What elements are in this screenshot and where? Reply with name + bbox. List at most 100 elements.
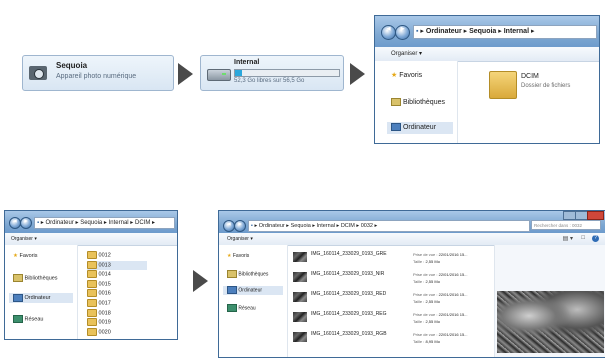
- forward-button[interactable]: ▶: [234, 220, 246, 232]
- star-icon: ★: [391, 72, 398, 79]
- list-item[interactable]: 0017: [87, 298, 147, 309]
- help-icon[interactable]: ?: [592, 235, 599, 242]
- computer-icon: ▪: [251, 223, 253, 229]
- nav-item-libraries[interactable]: Bibliothèques: [391, 98, 445, 106]
- breadcrumb-item[interactable]: Ordinateur: [426, 28, 462, 35]
- arrow-right-icon: [350, 63, 365, 85]
- arrow-right-icon: [178, 63, 193, 85]
- list-item[interactable]: IMG_160114_233029_0193_GRE Prise de vue …: [291, 249, 491, 269]
- list-item[interactable]: 0014: [87, 270, 147, 280]
- file-name: IMG_160114_233029_0193_RED: [311, 291, 387, 297]
- nav-item-libraries[interactable]: Bibliothèques: [13, 274, 58, 282]
- search-input[interactable]: Rechercher dans : 0032: [531, 220, 601, 230]
- breadcrumb-item[interactable]: DCIM: [135, 220, 150, 226]
- forward-button[interactable]: ▶: [395, 25, 410, 40]
- file-size: Taille : 8,95 Mo: [413, 339, 440, 344]
- file-date: Prise de vue : 22/01/2016 15...: [413, 272, 468, 277]
- folder-icon: [87, 327, 97, 336]
- breadcrumb-item[interactable]: Ordinateur: [259, 223, 285, 229]
- nav-item-computer[interactable]: Ordinateur: [223, 286, 283, 295]
- back-arrow-icon: ◀: [386, 26, 391, 32]
- folder-type: Dossier de fichiers: [521, 83, 571, 89]
- folder-icon: [87, 260, 97, 269]
- drive-capacity-bar: [234, 69, 340, 77]
- navigation-pane: ★ Favoris Bibliothèques Ordinateur Résea…: [5, 245, 78, 339]
- breadcrumb-item[interactable]: Internal: [317, 223, 335, 229]
- list-item[interactable]: IMG_160114_233029_0193_NIR Prise de vue …: [291, 269, 491, 289]
- organise-button[interactable]: Organiser ▾: [227, 236, 253, 242]
- computer-icon: ▪: [416, 28, 419, 35]
- view-options-icon[interactable]: ▤ ▾: [563, 235, 573, 242]
- breadcrumb-item[interactable]: Sequoia: [291, 223, 311, 229]
- forward-button[interactable]: ▶: [20, 217, 32, 229]
- file-name: IMG_160114_233029_0193_RGB: [311, 331, 387, 337]
- back-button[interactable]: ◀: [381, 25, 396, 40]
- breadcrumb-item[interactable]: Sequoia: [80, 220, 102, 226]
- nav-item-favorites[interactable]: ★ Favoris: [391, 71, 422, 79]
- list-item[interactable]: 0013: [87, 260, 147, 271]
- nav-item-favorites[interactable]: ★ Favoris: [227, 253, 249, 259]
- file-date: Prise de vue : 22/01/2016 15...: [413, 332, 468, 337]
- organise-button[interactable]: Organiser ▾: [11, 236, 37, 242]
- libraries-icon: [227, 270, 237, 278]
- list-item[interactable]: 0016: [87, 289, 147, 299]
- window-controls: [563, 211, 604, 220]
- breadcrumb-item[interactable]: 0032: [361, 223, 373, 229]
- breadcrumb-item[interactable]: Sequoia: [469, 28, 496, 35]
- network-icon: [227, 304, 237, 312]
- folder-icon: [87, 308, 97, 317]
- nav-item-computer[interactable]: Ordinateur: [9, 293, 73, 303]
- list-item[interactable]: IMG_160114_233029_0193_RGB Prise de vue …: [291, 329, 491, 349]
- file-date: Prise de vue : 22/01/2016 15...: [413, 312, 468, 317]
- folder-list: 0012 0013 0014 0015 0016 0017 0018 0019 …: [87, 251, 147, 337]
- file-name: IMG_160114_233029_0193_REG: [311, 311, 387, 317]
- file-size: Taille : 2,55 Mo: [413, 259, 440, 264]
- list-item[interactable]: 0019: [87, 318, 147, 328]
- nav-item-libraries[interactable]: Bibliothèques: [227, 270, 268, 278]
- image-thumbnail: [293, 252, 307, 262]
- nav-item-network[interactable]: Réseau: [13, 315, 44, 323]
- star-icon: ★: [227, 253, 232, 259]
- list-item[interactable]: 0015: [87, 279, 147, 290]
- list-item[interactable]: 0012: [87, 251, 147, 261]
- address-bar[interactable]: ▪ ▸ Ordinateur ▸ Sequoia ▸ Internal ▸ DC…: [34, 217, 175, 229]
- network-icon: [13, 315, 23, 323]
- breadcrumb-item[interactable]: DCIM: [341, 223, 355, 229]
- computer-icon: ▪: [37, 220, 40, 226]
- forward-arrow-icon: ▶: [24, 218, 28, 223]
- breadcrumb-item[interactable]: Ordinateur: [46, 220, 74, 226]
- nav-item-favorites[interactable]: ★ Favoris: [13, 253, 38, 259]
- device-subtitle: Appareil photo numérique: [56, 73, 137, 80]
- navigation-pane: ★ Favoris Bibliothèques Ordinateur Résea…: [219, 245, 288, 357]
- back-arrow-icon: ◀: [13, 218, 17, 223]
- breadcrumb-item[interactable]: Internal: [109, 220, 129, 226]
- address-bar[interactable]: ▪ ▸ Ordinateur ▸ Sequoia ▸ Internal ▸: [413, 25, 597, 39]
- list-item[interactable]: IMG_160114_233029_0193_RED Prise de vue …: [291, 289, 491, 309]
- list-item[interactable]: 0018: [87, 308, 147, 319]
- breadcrumb-item[interactable]: Internal: [504, 28, 529, 35]
- image-thumbnail: [293, 312, 307, 322]
- drive-tile-internal[interactable]: Internal 52,3 Go libres sur 56,5 Go: [200, 55, 344, 91]
- folder-icon: [489, 71, 517, 99]
- device-tile-sequoia[interactable]: Sequoia Appareil photo numérique: [22, 55, 174, 91]
- folder-item-dcim[interactable]: DCIM Dossier de fichiers: [483, 69, 593, 109]
- forward-arrow-icon: ▶: [400, 26, 405, 32]
- nav-item-network[interactable]: Réseau: [227, 304, 256, 312]
- toolbar: Organiser ▾: [375, 47, 599, 62]
- image-thumbnail: [293, 272, 307, 282]
- organise-button[interactable]: Organiser ▾: [391, 50, 422, 57]
- address-bar[interactable]: ▪ ▸ Ordinateur ▸ Sequoia ▸ Internal ▸ DC…: [248, 220, 530, 232]
- drive-free-space: 52,3 Go libres sur 56,5 Go: [234, 78, 305, 84]
- computer-icon: [391, 123, 401, 132]
- nav-item-computer[interactable]: Ordinateur: [387, 122, 453, 134]
- navigation-pane: ★ Favoris Bibliothèques Ordinateur: [375, 61, 458, 143]
- folder-icon: [87, 289, 97, 298]
- list-item[interactable]: IMG_160114_233029_0193_REG Prise de vue …: [291, 309, 491, 329]
- drive-name: Internal: [234, 59, 260, 66]
- explorer-window-internal: ◀ ▶ ▪ ▸ Ordinateur ▸ Sequoia ▸ Internal …: [374, 15, 600, 144]
- close-button[interactable]: [587, 211, 604, 220]
- list-item[interactable]: 0020: [87, 327, 147, 338]
- file-list: IMG_160114_233029_0193_GRE Prise de vue …: [291, 249, 491, 349]
- preview-pane-icon[interactable]: □: [581, 235, 585, 241]
- arrow-right-icon: [193, 270, 208, 292]
